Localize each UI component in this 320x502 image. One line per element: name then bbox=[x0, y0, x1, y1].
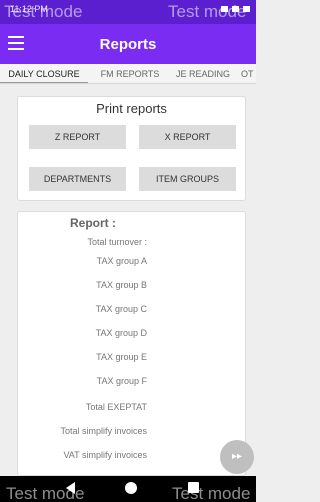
report-title: Report : bbox=[70, 216, 116, 230]
report-row: TAX group A bbox=[96, 256, 147, 266]
tab-fm-reports[interactable]: FM REPORTS bbox=[95, 64, 165, 83]
home-icon[interactable] bbox=[125, 482, 137, 494]
report-row: Total simplify invoices bbox=[60, 426, 147, 436]
signal-icon bbox=[232, 5, 239, 12]
recent-apps-icon[interactable] bbox=[188, 482, 199, 493]
print-reports-card: Print reports Z REPORT X REPORT DEPARTME… bbox=[17, 96, 246, 201]
report-row: Total EXEPTAT bbox=[85, 402, 147, 412]
app-bar: Reports bbox=[0, 24, 256, 64]
tab-ot[interactable]: OT bbox=[241, 64, 256, 83]
battery-icon bbox=[243, 5, 250, 12]
item-groups-button[interactable]: ITEM GROUPS bbox=[139, 167, 236, 191]
report-row: VAT simplify invoices bbox=[63, 450, 147, 460]
report-row: TAX group E bbox=[96, 352, 147, 362]
system-nav-bar bbox=[0, 476, 256, 502]
wifi-icon bbox=[221, 5, 228, 12]
x-report-button[interactable]: X REPORT bbox=[139, 125, 236, 149]
tab-je-reading[interactable]: JE READING bbox=[172, 64, 234, 83]
report-card: Report : Total turnover : TAX group A TA… bbox=[17, 211, 246, 476]
z-report-button[interactable]: Z REPORT bbox=[29, 125, 126, 149]
status-bar: 11:12 PM bbox=[0, 0, 256, 24]
departments-button[interactable]: DEPARTMENTS bbox=[29, 167, 126, 191]
back-icon[interactable] bbox=[66, 482, 75, 494]
status-icons bbox=[217, 3, 250, 13]
report-row: TAX group B bbox=[96, 280, 147, 290]
fast-forward-icon: ▸▸ bbox=[231, 451, 243, 462]
report-row: TAX group F bbox=[96, 376, 147, 386]
status-time: 11:12 PM bbox=[10, 4, 48, 14]
fast-forward-button[interactable]: ▸▸ bbox=[220, 440, 254, 474]
page-title: Reports bbox=[99, 36, 157, 53]
report-row: TAX group C bbox=[95, 304, 147, 314]
tab-bar: DAILY CLOSURE FM REPORTS JE READING OT bbox=[0, 64, 256, 84]
tab-daily-closure[interactable]: DAILY CLOSURE bbox=[0, 64, 88, 83]
print-reports-title: Print reports bbox=[96, 101, 167, 116]
report-row: TAX group D bbox=[95, 328, 147, 338]
report-row: Total turnover : bbox=[87, 237, 147, 247]
